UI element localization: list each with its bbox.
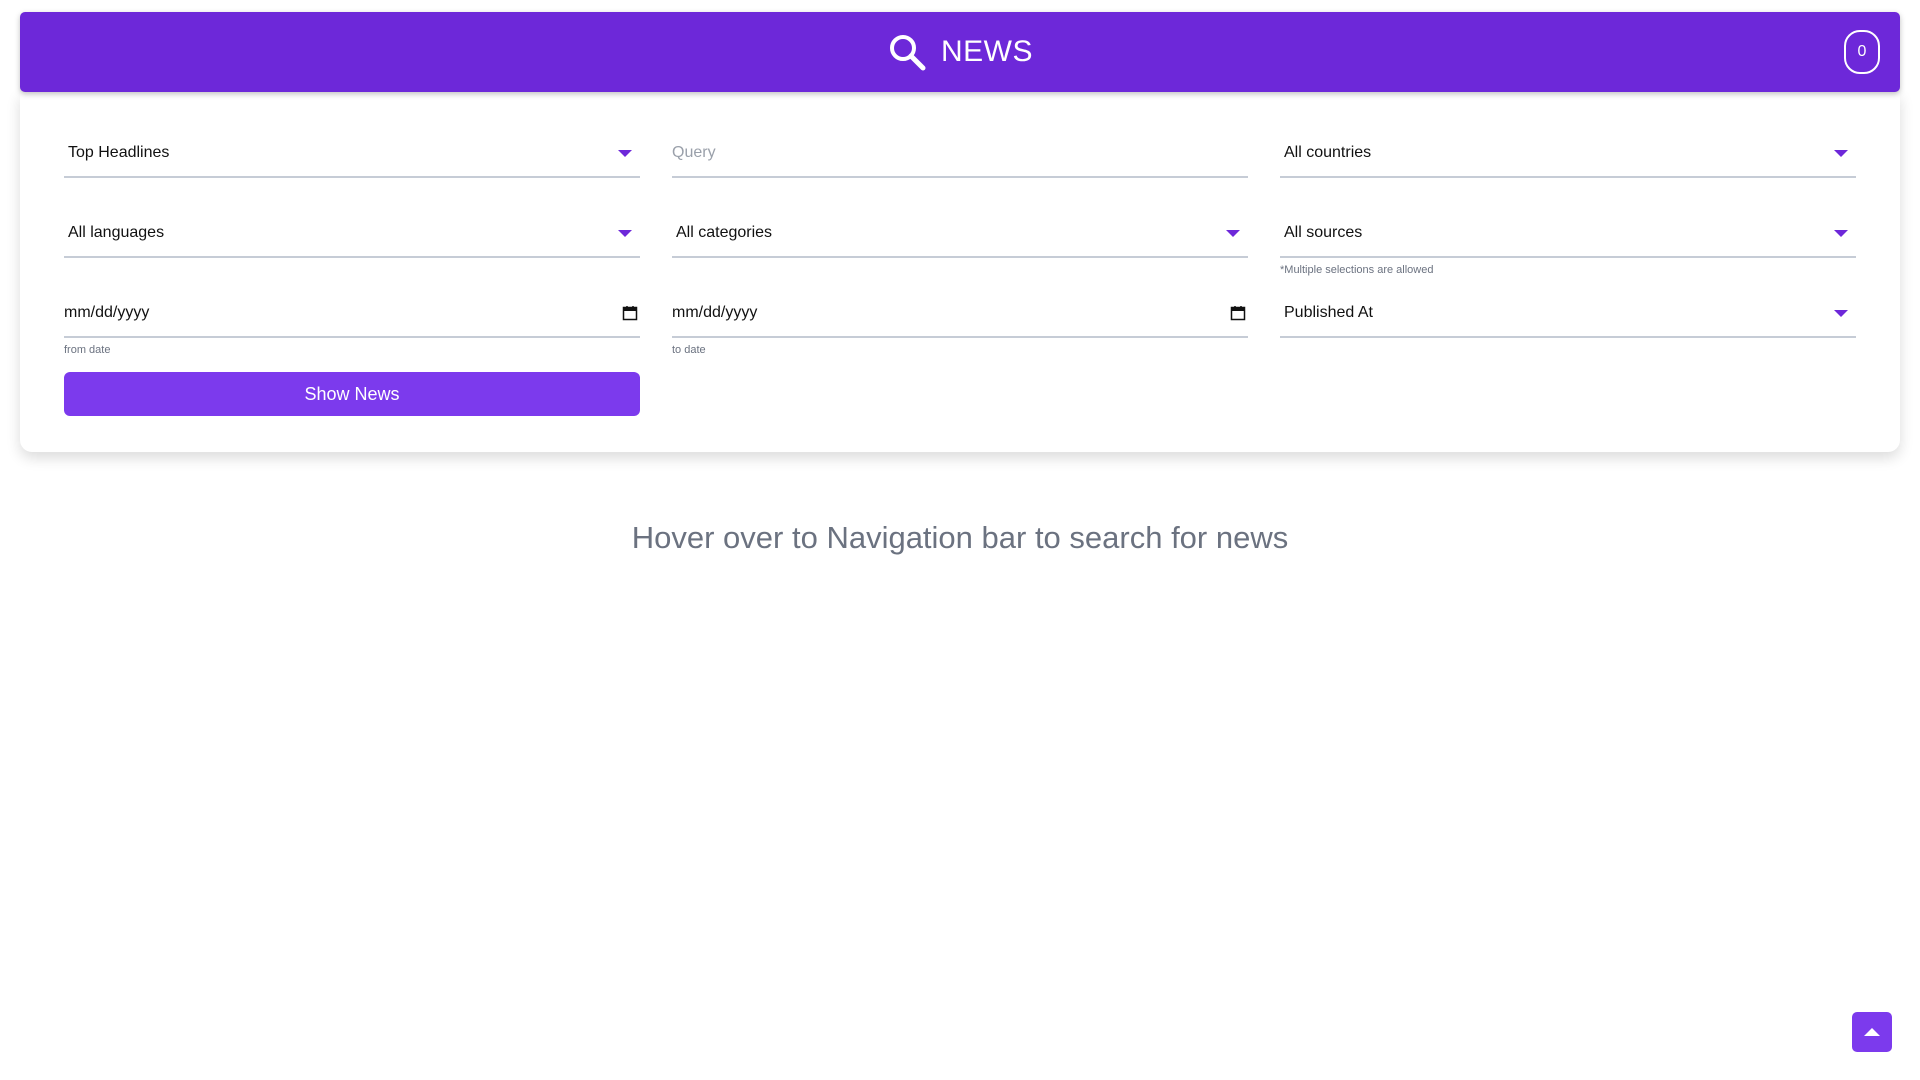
sources-select[interactable]: All sources xyxy=(1280,210,1856,258)
category-value: All categories xyxy=(676,224,773,241)
sources-helper-text: *Multiple selections are allowed xyxy=(1280,264,1434,276)
to-date-value: mm/dd/yyyy xyxy=(672,304,758,321)
saved-count-badge[interactable]: 0 xyxy=(1844,30,1880,74)
headline-type-value: Top Headlines xyxy=(68,144,170,161)
sort-by-value: Published At xyxy=(1284,304,1373,321)
to-date-field[interactable]: mm/dd/yyyy xyxy=(672,290,1248,338)
from-date-value: mm/dd/yyyy xyxy=(64,304,150,321)
search-icon xyxy=(887,32,927,72)
from-date-field[interactable]: mm/dd/yyyy xyxy=(64,290,640,338)
calendar-icon[interactable] xyxy=(622,305,638,321)
empty-state-hint: Hover over to Navigation bar to search f… xyxy=(631,520,1289,555)
app-title: NEWS xyxy=(941,35,1033,68)
chevron-down-icon xyxy=(1226,229,1240,237)
sources-value: All sources xyxy=(1284,224,1363,241)
category-select[interactable]: All categories xyxy=(672,210,1248,258)
chevron-down-icon xyxy=(1834,229,1848,237)
country-select[interactable]: All countries xyxy=(1280,130,1856,178)
language-value: All languages xyxy=(68,224,165,241)
sort-by-select[interactable]: Published At xyxy=(1280,290,1856,338)
brand: NEWS xyxy=(887,32,1033,72)
language-select[interactable]: All languages xyxy=(64,210,640,258)
show-news-button[interactable]: Show News xyxy=(64,372,640,416)
chevron-down-icon xyxy=(618,149,632,157)
from-date-helper-text: from date xyxy=(64,344,111,356)
query-field[interactable] xyxy=(672,130,1248,178)
arrow-up-icon xyxy=(1864,1028,1880,1036)
headline-type-select[interactable]: Top Headlines xyxy=(64,130,640,178)
to-date-helper-text: to date xyxy=(672,344,706,356)
top-navigation-bar[interactable]: NEWS 0 xyxy=(20,12,1900,92)
country-value: All countries xyxy=(1284,144,1372,161)
chevron-down-icon xyxy=(618,229,632,237)
chevron-down-icon xyxy=(1834,149,1848,157)
search-filters-panel: Top Headlines All countries All language… xyxy=(20,92,1900,452)
scroll-to-top-button[interactable] xyxy=(1852,1012,1892,1052)
news-page: NEWS 0 Top Headlines All countries All l… xyxy=(0,0,1920,1080)
chevron-down-icon xyxy=(1834,309,1848,317)
query-input[interactable] xyxy=(672,130,1248,176)
calendar-icon[interactable] xyxy=(1230,305,1246,321)
